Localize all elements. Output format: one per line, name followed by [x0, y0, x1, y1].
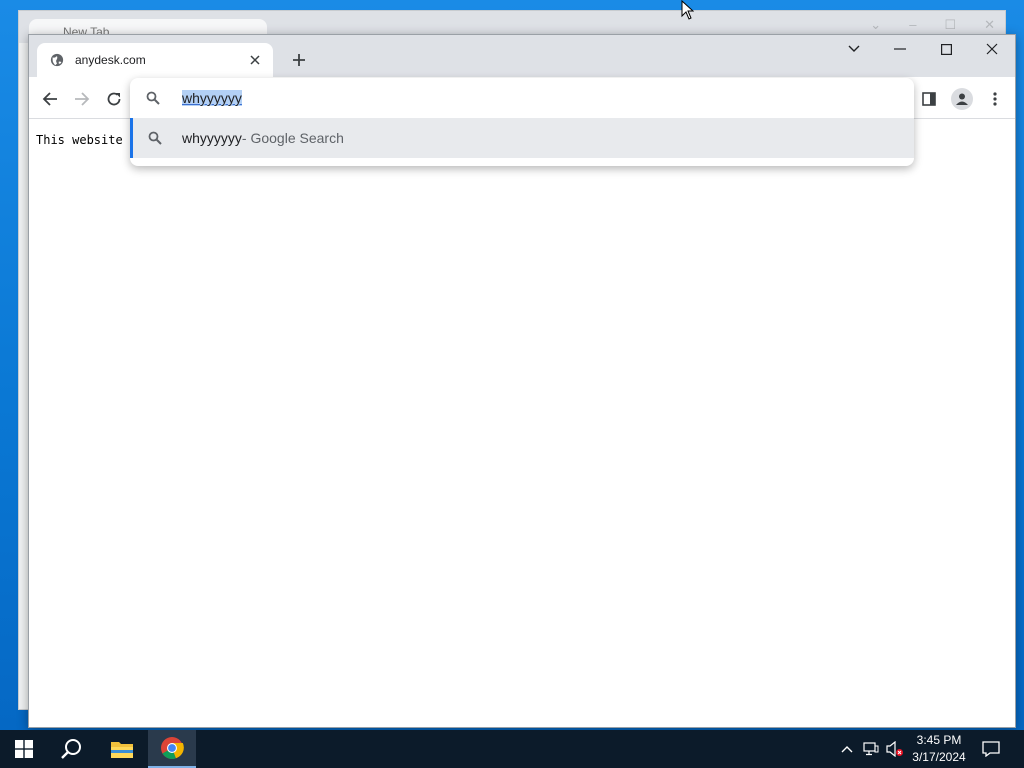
selected-input-text: whyyyyyy: [182, 90, 242, 106]
clock[interactable]: 3:45 PM 3/17/2024: [908, 732, 970, 766]
maximize-button[interactable]: [923, 35, 969, 63]
more-vert-icon: [993, 92, 997, 106]
background-dropdown-icon[interactable]: ⌄: [870, 17, 881, 33]
profile-button[interactable]: [949, 86, 975, 112]
file-explorer-button[interactable]: [98, 730, 146, 768]
windows-start-icon: [15, 740, 33, 758]
start-button[interactable]: [0, 730, 48, 768]
new-tab-button[interactable]: [287, 48, 311, 72]
tabstrip: anydesk.com: [29, 35, 1015, 77]
volume-muted-icon[interactable]: [886, 740, 904, 758]
tab-anydesk[interactable]: anydesk.com: [37, 43, 273, 77]
globe-icon: [49, 52, 65, 68]
side-panel-button[interactable]: [916, 86, 942, 112]
chrome-icon: [161, 737, 184, 759]
avatar: [951, 88, 973, 110]
menu-button[interactable]: [982, 86, 1008, 112]
suggestion-query: whyyyyyy: [182, 130, 242, 146]
mouse-cursor-icon: [681, 0, 695, 25]
background-close-icon[interactable]: ✕: [984, 17, 995, 33]
notification-icon[interactable]: [982, 740, 1000, 758]
window-controls: [831, 35, 1015, 63]
tab-search-button[interactable]: [831, 35, 877, 63]
omnibox-input[interactable]: whyyyyyy: [182, 90, 242, 106]
plus-icon: [293, 54, 305, 66]
person-icon: [956, 93, 968, 105]
minimize-icon: [894, 48, 906, 50]
taskbar-search-button[interactable]: [48, 730, 96, 768]
network-icon[interactable]: [862, 740, 880, 758]
chevron-down-icon: [848, 45, 860, 52]
background-minimize-icon[interactable]: –: [909, 17, 916, 33]
tab-close-icon[interactable]: [245, 50, 265, 70]
suggestion-suffix: - Google Search: [241, 130, 344, 146]
forward-button[interactable]: [69, 86, 95, 112]
omnibox-input-row[interactable]: whyyyyyy: [130, 78, 914, 118]
arrow-right-icon: [75, 92, 90, 106]
back-button[interactable]: [37, 86, 63, 112]
maximize-icon: [940, 43, 952, 55]
chrome-taskbar-button[interactable]: [148, 730, 196, 768]
omnibox-suggestion[interactable]: whyyyyyy - Google Search: [130, 118, 914, 158]
page-text: This website: [36, 133, 123, 147]
page-content: This website: [29, 120, 1015, 727]
arrow-left-icon: [42, 92, 57, 106]
background-maximize-icon[interactable]: ☐: [944, 17, 956, 33]
search-icon: [61, 739, 81, 759]
close-icon: [986, 43, 998, 55]
background-window-controls: ⌄ – ☐ ✕: [870, 17, 995, 33]
chevron-up-icon[interactable]: [838, 740, 856, 758]
clock-time: 3:45 PM: [916, 733, 962, 747]
side-panel-icon: [922, 92, 936, 106]
minimize-button[interactable]: [877, 35, 923, 63]
close-window-button[interactable]: [969, 35, 1015, 63]
taskbar: 3:45 PM 3/17/2024: [0, 730, 1024, 768]
omnibox-popup: whyyyyyy whyyyyyy - Google Search: [130, 78, 914, 166]
tab-title: anydesk.com: [75, 53, 146, 67]
clock-date: 3/17/2024: [912, 750, 966, 764]
reload-button[interactable]: [101, 86, 127, 112]
search-icon: [130, 91, 176, 105]
reload-icon: [107, 92, 121, 106]
suggestion-search-icon: [133, 131, 176, 145]
file-explorer-icon: [111, 742, 133, 758]
